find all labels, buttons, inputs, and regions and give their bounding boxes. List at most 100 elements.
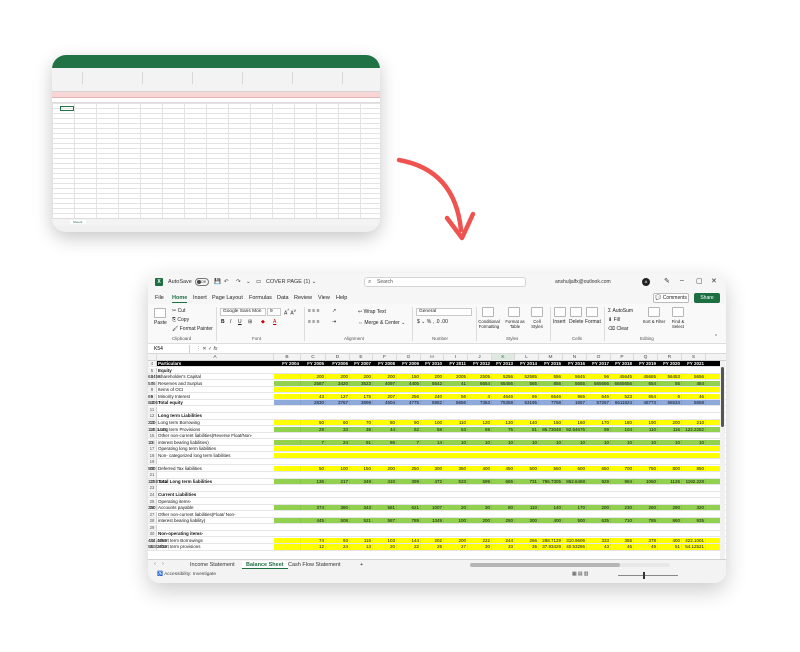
table-row[interactable]: 7 Reserves and Surplus 2587 3420 3523 4097 440… xyxy=(148,380,726,387)
row-number[interactable]: 15 xyxy=(148,433,157,439)
delete-button[interactable]: Delete xyxy=(569,319,583,325)
data-cell[interactable]: 862.6468 xyxy=(563,478,587,485)
data-cell[interactable]: 533 xyxy=(444,478,468,485)
data-cell[interactable]: 1657 xyxy=(563,400,587,406)
data-cell[interactable]: 6565656 xyxy=(611,380,634,386)
data-cell[interactable]: 445 xyxy=(301,518,326,524)
view-mode-icons[interactable]: ▦ ▤ ▥ xyxy=(572,572,588,577)
sort-filter-icon[interactable] xyxy=(648,307,660,317)
wrap-text-button[interactable]: ↩ Wrap Text xyxy=(358,309,386,315)
conditional-formatting-button[interactable]: Conditional Formatting xyxy=(478,319,500,329)
column-header-e[interactable]: E xyxy=(350,354,373,361)
row-label[interactable]: Short term provisions xyxy=(158,544,274,549)
data-cell[interactable]: 37.93429 xyxy=(539,544,563,550)
data-cell[interactable]: 160 xyxy=(563,419,587,426)
data-cell[interactable]: 5982 xyxy=(421,400,444,406)
number-format-icons[interactable]: $ ⌄ % , .0 .00 xyxy=(417,319,448,325)
data-cell[interactable] xyxy=(274,478,301,485)
data-cell[interactable]: 64067 xyxy=(148,400,163,406)
data-cell[interactable]: 93 xyxy=(326,537,350,544)
menu-file[interactable]: File xyxy=(155,295,164,301)
data-cell[interactable]: 343 xyxy=(350,505,373,511)
data-cell[interactable]: 333 xyxy=(587,537,611,544)
data-cell[interactable]: 7758 xyxy=(539,400,563,406)
paste-icon[interactable] xyxy=(154,308,166,318)
blank-window-grid[interactable] xyxy=(52,103,380,218)
column-header-m[interactable]: M xyxy=(539,354,563,361)
data-cell[interactable]: 100 xyxy=(444,518,468,524)
row-label[interactable]: Total Long term liabilities xyxy=(158,479,274,484)
data-cell[interactable]: 190 xyxy=(634,419,658,426)
table-row[interactable]: 14 Long term Provisions 29 33 38 44 52 58 63 69 75… xyxy=(148,426,726,433)
table-row[interactable]: 23 xyxy=(148,485,726,492)
data-cell[interactable]: 217 xyxy=(326,478,350,485)
borders-icon[interactable]: ⊞ xyxy=(248,319,252,325)
column-header-l[interactable]: L xyxy=(515,354,539,361)
data-cell[interactable]: 56 xyxy=(444,393,468,399)
table-row[interactable]: 8 Items of OCI xyxy=(148,387,726,394)
data-cell[interactable]: 400 xyxy=(539,518,563,524)
table-row[interactable]: 25 Operating items- xyxy=(148,498,726,505)
cell-styles-button[interactable]: Cell Styles xyxy=(529,319,545,329)
data-cell[interactable]: 5656 xyxy=(682,374,706,380)
data-cell[interactable]: 380 xyxy=(326,505,350,511)
data-cell[interactable]: 587 xyxy=(373,518,397,524)
tab-cash-flow-statement[interactable]: Cash Flow Statement xyxy=(284,561,345,569)
accessibility-status[interactable]: ♿ Accessibility: Investigate xyxy=(157,572,216,577)
data-cell[interactable]: 80 xyxy=(492,505,515,511)
number-format-dropdown[interactable]: General xyxy=(416,308,472,316)
data-cell[interactable]: 10 xyxy=(587,439,611,445)
insert-button[interactable]: Insert xyxy=(553,319,566,325)
data-cell[interactable]: 136 xyxy=(301,478,326,485)
data-cell[interactable]: 621 xyxy=(397,505,421,511)
format-cells-icon[interactable] xyxy=(586,307,598,317)
column-header-h[interactable]: H xyxy=(421,354,444,361)
data-cell[interactable]: 91 xyxy=(350,439,373,445)
data-cell[interactable] xyxy=(274,544,301,550)
pen-icon[interactable]: ✎ xyxy=(664,277,670,285)
share-button[interactable]: Share xyxy=(694,293,720,303)
data-cell[interactable]: 731 xyxy=(515,478,539,485)
underline-icon[interactable]: U xyxy=(238,319,242,325)
data-cell[interactable]: 500 xyxy=(515,465,539,471)
data-cell[interactable]: 110 xyxy=(444,419,468,426)
clear-button[interactable]: ⌫ Clear xyxy=(608,326,628,332)
data-cell[interactable]: 12 xyxy=(301,544,326,550)
data-cell[interactable] xyxy=(274,537,301,544)
data-cell[interactable]: 103 xyxy=(373,537,397,544)
row-label[interactable]: Particulars xyxy=(158,361,274,366)
data-cell[interactable]: 10 xyxy=(468,439,492,445)
find-select-button[interactable]: Find & Select xyxy=(666,319,690,329)
data-cell[interactable]: 10 xyxy=(563,439,587,445)
data-cell[interactable]: 54.12521 xyxy=(682,544,706,550)
row-label[interactable]: Non-operating items- xyxy=(158,531,274,536)
menu-help[interactable]: Help xyxy=(336,295,347,301)
data-cell[interactable]: 244 xyxy=(492,537,515,544)
data-cell[interactable]: 150 xyxy=(539,419,563,426)
data-cell[interactable] xyxy=(274,465,301,471)
data-cell[interactable]: 110 xyxy=(515,505,539,511)
data-cell[interactable]: FY 2007 xyxy=(350,361,373,367)
data-cell[interactable]: 300 xyxy=(421,465,444,471)
format-as-table-icon[interactable] xyxy=(508,307,520,317)
column-header-f[interactable]: F xyxy=(373,354,397,361)
align-top-icons[interactable]: ≡ ≡ ≡ xyxy=(308,308,320,314)
data-cell[interactable]: 2830 xyxy=(301,400,326,406)
data-cell[interactable]: 350 xyxy=(444,465,468,471)
data-cell[interactable]: 200 xyxy=(326,374,350,380)
menu-review[interactable]: Review xyxy=(294,295,312,301)
table-row[interactable]: 24 Current Liabilities xyxy=(148,492,726,499)
vertical-scrollbar[interactable] xyxy=(720,361,725,559)
format-painter-button[interactable]: 🖌 Format Painter xyxy=(172,326,213,332)
data-cell[interactable]: 170 xyxy=(587,419,611,426)
row-label[interactable]: Other non-current liabilities(Float/ Non… xyxy=(158,512,274,517)
data-cell[interactable]: FY 2005 xyxy=(301,361,326,367)
data-cell[interactable]: 6546 xyxy=(539,393,563,399)
data-cell[interactable]: 5658 xyxy=(682,400,706,406)
data-cell[interactable]: 10 xyxy=(515,439,539,445)
avatar[interactable]: A xyxy=(642,278,650,286)
data-cell[interactable] xyxy=(274,419,301,426)
data-cell[interactable]: 565 xyxy=(515,380,539,386)
data-cell[interactable]: 45665 xyxy=(634,374,658,380)
minimize-icon[interactable]: – xyxy=(680,277,684,284)
